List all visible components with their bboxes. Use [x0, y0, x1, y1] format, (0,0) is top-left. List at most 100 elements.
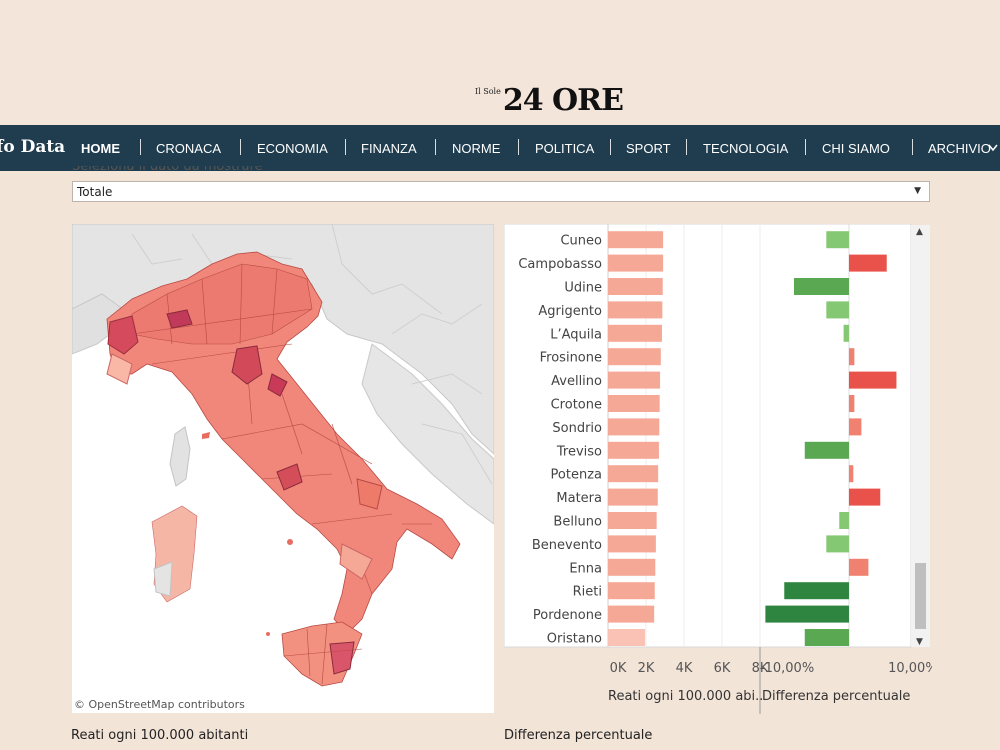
bar-difference: [848, 465, 854, 483]
category-label: L’Aquila: [550, 327, 602, 342]
nav-item-cronaca[interactable]: CRONACA: [156, 141, 221, 156]
nav-separator: [610, 139, 611, 155]
x-tick-label: 6K: [714, 661, 731, 676]
bar-reati: [608, 582, 655, 600]
bar-reati: [608, 348, 661, 366]
category-label: Treviso: [556, 444, 602, 459]
category-label: Avellino: [551, 374, 602, 389]
brand-label[interactable]: fo Data: [0, 137, 65, 157]
bar-reati: [608, 395, 660, 412]
top-header: Il Sole 24 ORE: [0, 0, 1000, 125]
bar-reati: [608, 558, 656, 576]
nav-item-sport[interactable]: SPORT: [626, 141, 671, 156]
bar-reati: [608, 371, 661, 389]
category-label: Sondrio: [552, 421, 602, 436]
bar-reati: [608, 254, 664, 272]
chart-panel: Cuneo Campobasso Udine Agrigento L’Aquila Fro…: [504, 224, 932, 714]
x-tick-label: 2K: [638, 661, 655, 676]
bar-reati: [608, 324, 662, 342]
nav-separator: [345, 139, 346, 155]
bar-reati: [608, 278, 663, 295]
bar-reati: [608, 301, 663, 319]
category-label: Crotone: [551, 398, 602, 413]
category-label: Pordenone: [533, 608, 602, 623]
logo-main-text: 24 ORE: [502, 83, 624, 118]
category-label: Cuneo: [560, 234, 602, 249]
bar-reati: [608, 629, 646, 646]
bar-difference: [784, 582, 849, 600]
bar-chart[interactable]: Cuneo Campobasso Udine Agrigento L’Aquila Fro…: [504, 224, 932, 714]
bar-difference: [848, 348, 855, 366]
category-label: Oristano: [547, 632, 602, 647]
bar-reati: [608, 231, 664, 249]
nav-item-tecnologia[interactable]: TECNOLOGIA: [703, 141, 788, 156]
map-graphic: [72, 224, 494, 713]
nav-separator: [686, 139, 687, 155]
bar-difference: [793, 278, 849, 295]
category-label: Frosinone: [540, 351, 602, 366]
logo-small-text: Il Sole: [475, 87, 501, 96]
scroll-down-icon[interactable]: ▼: [916, 637, 923, 647]
bar-difference: [848, 558, 869, 576]
bar-difference: [804, 629, 849, 646]
category-label: Rieti: [573, 585, 602, 600]
x-tick-label: 10,00%: [888, 661, 932, 676]
bar-difference: [843, 324, 849, 342]
bar-reati: [608, 465, 659, 483]
scroll-up-icon[interactable]: ▲: [916, 227, 923, 237]
dropdown-arrow-icon: ▼: [914, 186, 921, 196]
bar-reati: [608, 488, 658, 506]
scroll-thumb[interactable]: [915, 563, 926, 629]
category-label: Enna: [569, 561, 602, 576]
bar-difference: [826, 231, 849, 249]
category-label: Potenza: [551, 468, 602, 483]
axis-title-reati: Reati ogni 100.000 abi..: [608, 689, 763, 704]
bar-difference: [848, 254, 887, 272]
category-label: Agrigento: [538, 304, 602, 319]
italy-map[interactable]: [72, 224, 494, 713]
category-label: Benevento: [532, 538, 602, 553]
category-label: Matera: [556, 491, 602, 506]
bar-difference: [826, 535, 849, 553]
bar-difference: [826, 301, 849, 319]
bar-difference: [839, 512, 849, 529]
chart-scrollbar[interactable]: ▲ ▼: [911, 225, 930, 647]
bar-reati: [608, 605, 655, 623]
category-label: Udine: [564, 281, 602, 296]
data-select-dropdown[interactable]: Totale ▼: [72, 181, 930, 202]
chevron-down-icon[interactable]: [988, 144, 998, 152]
select-value: Totale: [77, 185, 113, 199]
bar-difference: [804, 441, 849, 459]
nav-separator: [435, 139, 436, 155]
x-tick-label: 4K: [676, 661, 693, 676]
axis-title-differenza: Differenza percentuale: [762, 689, 910, 704]
nav-item-finanza[interactable]: FINANZA: [361, 141, 417, 156]
category-label: Campobasso: [518, 257, 602, 272]
chart-legend-title: Differenza percentuale: [504, 728, 653, 743]
bar-reati: [608, 418, 660, 436]
filter-label: Seleziona il dato da mostrare: [72, 166, 263, 174]
nav-separator: [805, 139, 806, 155]
site-logo[interactable]: Il Sole 24 ORE: [475, 82, 624, 118]
bar-difference: [848, 371, 897, 389]
main-navigation: fo Data HOME CRONACA ECONOMIA FINANZA NO…: [0, 125, 1000, 171]
map-legend-title: Reati ogni 100.000 abitanti: [71, 728, 249, 743]
nav-item-archivio[interactable]: ARCHIVIO: [928, 141, 991, 156]
bar-reati: [608, 535, 656, 553]
category-label: Belluno: [553, 515, 602, 530]
bar-difference: [848, 418, 862, 436]
nav-item-home[interactable]: HOME: [81, 141, 120, 156]
nav-separator: [240, 139, 241, 155]
nav-separator: [518, 139, 519, 155]
nav-separator: [140, 139, 141, 155]
nav-item-politica[interactable]: POLITICA: [535, 141, 594, 156]
bar-difference: [848, 488, 881, 506]
bar-difference: [848, 395, 855, 412]
nav-item-norme[interactable]: NORME: [452, 141, 500, 156]
bar-reati: [608, 441, 659, 459]
nav-item-chi-siamo[interactable]: CHI SIAMO: [822, 141, 890, 156]
x-tick-label: -10,00%: [760, 661, 814, 676]
map-credit: © OpenStreetMap contributors: [72, 698, 247, 711]
x-tick-label: 0K: [610, 661, 627, 676]
nav-item-economia[interactable]: ECONOMIA: [257, 141, 328, 156]
